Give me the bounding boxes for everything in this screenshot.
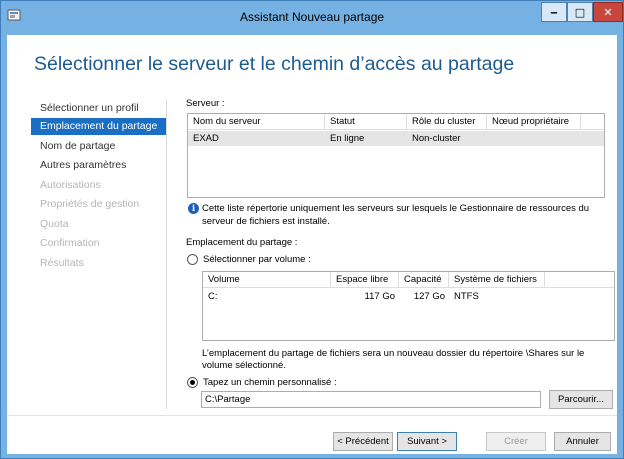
- share-location-label: Emplacement du partage :: [186, 237, 298, 248]
- nav-item-other-settings[interactable]: Autres paramètres: [31, 157, 126, 174]
- nav-item-quota: Quota: [40, 218, 69, 230]
- custom-path-radio[interactable]: [187, 377, 198, 388]
- column-header-server-name[interactable]: Nom du serveur: [188, 114, 325, 130]
- custom-path-label[interactable]: Tapez un chemin personnalisé :: [203, 377, 337, 388]
- server-label: Serveur :: [186, 98, 225, 109]
- volume-table[interactable]: Volume Espace libre Capacité Système de …: [202, 271, 615, 341]
- next-button[interactable]: Suivant >: [397, 432, 457, 451]
- maximize-button[interactable]: □: [567, 2, 593, 22]
- maximize-icon: □: [574, 5, 586, 19]
- select-by-volume-radio[interactable]: [187, 254, 198, 265]
- radio-selected-dot: [190, 380, 195, 385]
- create-button: Créer: [486, 432, 546, 451]
- share-location-note-line2: volume sélectionné.: [202, 360, 286, 371]
- footer-divider: [7, 415, 617, 416]
- nav-item-share-name[interactable]: Nom de partage: [31, 138, 115, 155]
- column-header-file-system[interactable]: Système de fichiers: [449, 272, 545, 288]
- table-row[interactable]: EXAD En ligne Non-cluster: [188, 131, 604, 146]
- nav-item-share-location[interactable]: Emplacement du partage: [31, 118, 167, 135]
- file-system-cell: NTFS: [454, 291, 479, 302]
- free-space-cell: 117 Go: [364, 291, 395, 302]
- table-row[interactable]: C: 117 Go 127 Go NTFS: [203, 289, 614, 304]
- previous-button[interactable]: < Précédent: [333, 432, 393, 451]
- nav-item-select-profile[interactable]: Sélectionner un profil: [31, 100, 139, 117]
- cluster-role-cell: Non-cluster: [412, 133, 461, 144]
- server-table-header: Nom du serveur Statut Rôle du cluster Nœ…: [188, 114, 604, 130]
- status-cell: En ligne: [330, 133, 365, 144]
- wizard-content: Sélectionner le serveur et le chemin d’a…: [7, 35, 617, 454]
- nav-item-results: Résultats: [40, 257, 84, 269]
- server-info-text-line1: Cette liste répertorie uniquement les se…: [202, 203, 590, 214]
- custom-path-input[interactable]: C:\Partage: [201, 391, 541, 408]
- volume-cell: C:: [208, 291, 218, 302]
- minimize-button[interactable]: ‒: [541, 2, 567, 22]
- minimize-icon: ‒: [550, 5, 558, 19]
- nav-item-permissions: Autorisations: [40, 179, 101, 191]
- window-title: Assistant Nouveau partage: [239, 10, 385, 24]
- title-bar[interactable]: Assistant Nouveau partage ‒ □ ✕: [1, 1, 623, 35]
- column-header-capacity[interactable]: Capacité: [399, 272, 449, 288]
- column-header-status[interactable]: Statut: [325, 114, 407, 130]
- info-icon: i: [188, 203, 199, 214]
- column-header-free-space[interactable]: Espace libre: [331, 272, 399, 288]
- column-header-volume[interactable]: Volume: [203, 272, 331, 288]
- nav-item-management-properties: Propriétés de gestion: [40, 198, 140, 210]
- server-name-cell: EXAD: [193, 133, 219, 144]
- nav-item-confirmation: Confirmation: [40, 237, 100, 249]
- wizard-window: Assistant Nouveau partage ‒ □ ✕ Sélectio…: [0, 0, 624, 459]
- close-button[interactable]: ✕: [593, 2, 623, 22]
- column-header-owner-node[interactable]: Nœud propriétaire: [487, 114, 581, 130]
- column-header-cluster-role[interactable]: Rôle du cluster: [407, 114, 487, 130]
- server-table[interactable]: Nom du serveur Statut Rôle du cluster Nœ…: [187, 113, 605, 198]
- owner-node-cell: [487, 131, 581, 146]
- close-icon: ✕: [603, 5, 613, 19]
- cancel-button[interactable]: Annuler: [554, 432, 611, 451]
- server-info-text-line2: serveur de fichiers est installé.: [202, 216, 330, 227]
- select-by-volume-label[interactable]: Sélectionner par volume :: [203, 254, 311, 265]
- browse-button[interactable]: Parcourir...: [549, 390, 613, 409]
- capacity-cell: 127 Go: [413, 291, 445, 302]
- share-location-note-line1: L’emplacement du partage de fichiers ser…: [202, 348, 585, 359]
- page-title: Sélectionner le serveur et le chemin d’a…: [34, 53, 515, 75]
- volume-table-header: Volume Espace libre Capacité Système de …: [203, 272, 614, 288]
- nav-divider: [166, 99, 167, 409]
